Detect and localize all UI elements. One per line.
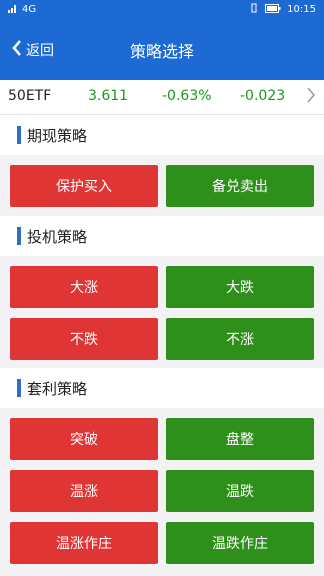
- battery-icon: [265, 3, 281, 16]
- strategy-button-mild-rise[interactable]: 温涨: [10, 470, 158, 512]
- nav-bar: 返回 策略选择: [0, 18, 324, 80]
- section-accent-bar: [17, 126, 21, 144]
- strategy-button-breakout[interactable]: 突破: [10, 418, 158, 460]
- quote-row[interactable]: 50ETF 3.611 -0.63% -0.023: [0, 80, 324, 115]
- section-header-speculative: 投机策略: [0, 216, 324, 256]
- strategy-button-mild-rise-maker[interactable]: 温涨作庄: [10, 522, 158, 564]
- signal-icon: [8, 3, 18, 16]
- quote-price: 3.611: [88, 88, 129, 104]
- section-accent-bar: [17, 227, 21, 245]
- page-title: 策略选择: [129, 42, 194, 61]
- strategy-button-mild-fall-maker[interactable]: 温跌作庄: [166, 522, 314, 564]
- strategy-button-mild-fall[interactable]: 温跌: [166, 470, 314, 512]
- quote-symbol: 50ETF: [8, 88, 52, 104]
- strategy-button-no-rise[interactable]: 不涨: [166, 318, 314, 360]
- section-accent-bar: [17, 379, 21, 397]
- status-bar: 4G 10:15: [0, 0, 324, 18]
- section-title: 投机策略: [27, 228, 88, 246]
- strategy-button-no-fall[interactable]: 不跌: [10, 318, 158, 360]
- clock: 10:15: [287, 4, 316, 15]
- quote-change: -0.023: [240, 88, 286, 104]
- strategy-button-protective-buy[interactable]: 保护买入: [10, 165, 158, 207]
- strategy-button-covered-sell[interactable]: 备兑卖出: [166, 165, 314, 207]
- section-title: 套利策略: [27, 380, 88, 398]
- section-title: 期现策略: [27, 127, 88, 145]
- network-type: 4G: [22, 4, 37, 15]
- section-header-futures: 期现策略: [0, 115, 324, 155]
- strategy-button-big-fall[interactable]: 大跌: [166, 266, 314, 308]
- chevron-right-icon[interactable]: [306, 86, 316, 108]
- strategy-button-consolidation[interactable]: 盘整: [166, 418, 314, 460]
- strategy-button-big-rise[interactable]: 大涨: [10, 266, 158, 308]
- quote-percent: -0.63%: [162, 88, 212, 104]
- vibrate-icon: [249, 3, 259, 16]
- section-header-arbitrage: 套利策略: [0, 368, 324, 408]
